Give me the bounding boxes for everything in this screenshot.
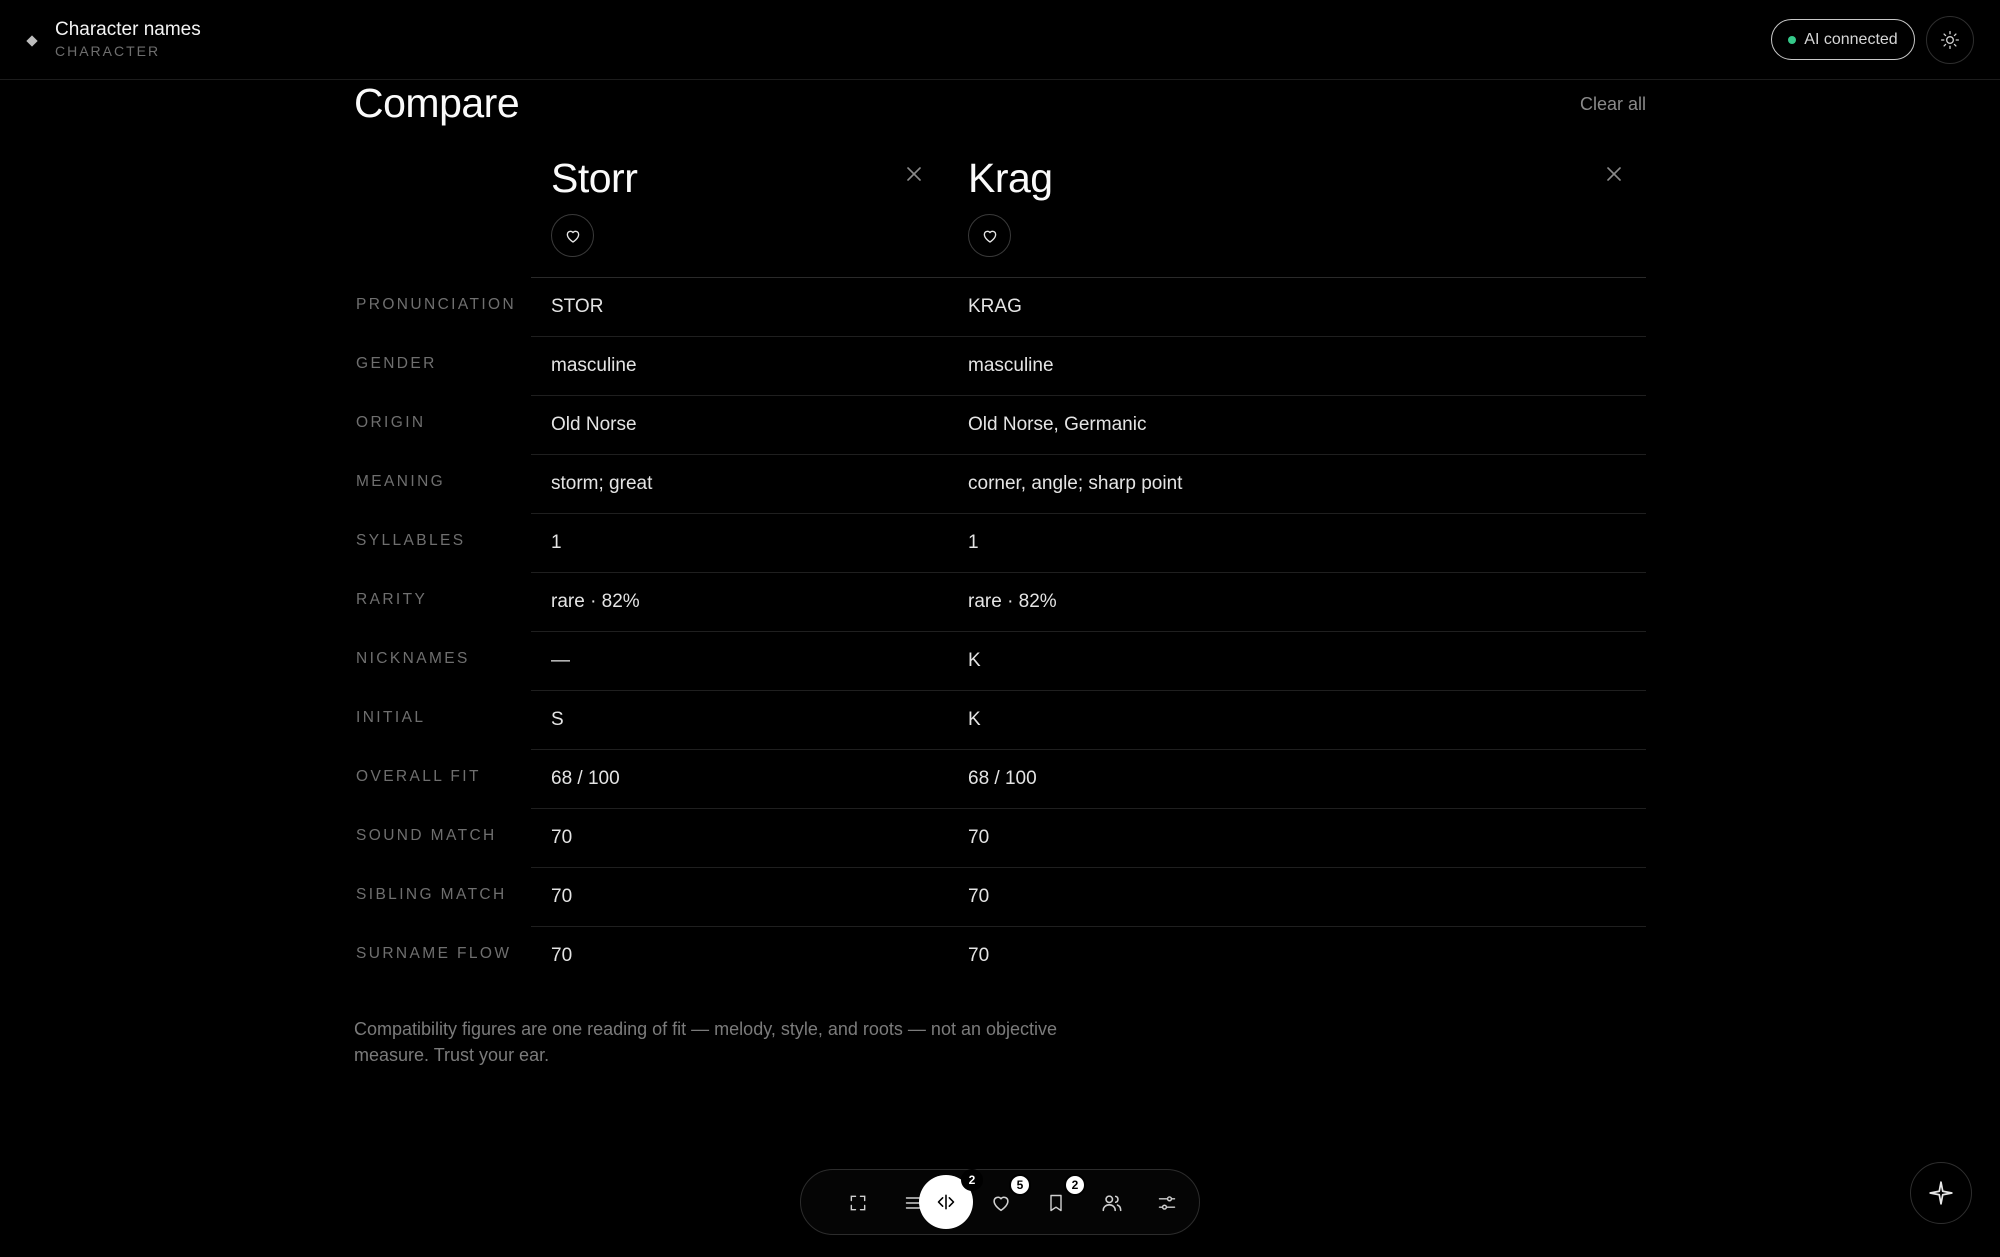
people-button[interactable]: [1088, 1179, 1136, 1227]
cell-value: corner, angle; sharp point: [968, 473, 1183, 494]
diamond-icon: [26, 35, 38, 47]
clear-all-button[interactable]: Clear all: [1580, 94, 1646, 115]
bookmarks-button[interactable]: 2: [1032, 1174, 1086, 1227]
favorites-button[interactable]: 5: [977, 1174, 1031, 1227]
cell-value: Old Norse, Germanic: [968, 414, 1147, 435]
cell-value: 70: [968, 945, 990, 966]
cell-value: S: [551, 709, 564, 730]
table-row: SYLLABLES 1 1: [354, 514, 1646, 573]
cell-value: Old Norse: [551, 414, 637, 435]
remove-column-button[interactable]: [1603, 163, 1625, 185]
row-label: GENDER: [356, 355, 437, 372]
cell-value: 1: [551, 532, 562, 553]
app-title: Character names: [55, 19, 201, 40]
bookmarks-count-badge: 2: [1064, 1174, 1086, 1196]
bookmark-icon: [1050, 1194, 1062, 1212]
cell-value: K: [968, 709, 981, 730]
filters-button[interactable]: [1143, 1179, 1191, 1227]
heart-icon: [566, 230, 579, 243]
page-title: Compare: [354, 80, 520, 126]
table-row: SOUND MATCH 70 70: [354, 809, 1646, 868]
table-row: NICKNAMES — K: [354, 632, 1646, 691]
table-row: SIBLING MATCH 70 70: [354, 868, 1646, 927]
cell-value: K: [968, 650, 981, 671]
top-bar: Character names CHARACTER AI connected: [0, 0, 2000, 80]
cell-value: 70: [551, 886, 573, 907]
close-icon: [1607, 167, 1621, 181]
table-row: MEANING storm; great corner, angle; shar…: [354, 455, 1646, 514]
cell-value: masculine: [551, 355, 637, 376]
cell-value: 70: [968, 886, 990, 907]
people-icon: [1102, 1195, 1122, 1212]
table-row: INITIAL S K: [354, 691, 1646, 750]
row-label: OVERALL FIT: [356, 768, 481, 785]
row-label: SIBLING MATCH: [356, 886, 507, 903]
cell-value: 1: [968, 532, 979, 553]
theme-toggle-button[interactable]: [1926, 16, 1974, 64]
sliders-icon: [1158, 1196, 1176, 1210]
favorite-button[interactable]: [551, 214, 594, 257]
cell-value: 70: [551, 827, 573, 848]
cell-value: storm; great: [551, 473, 653, 494]
cell-value: 68 / 100: [968, 768, 1037, 789]
table-row: GENDER masculine masculine: [354, 337, 1646, 396]
favorite-button[interactable]: [968, 214, 1011, 257]
row-label: RARITY: [356, 591, 428, 608]
table-row: SURNAME FLOW 70 70: [354, 927, 1646, 986]
close-icon: [907, 167, 921, 181]
cell-value: rare · 82%: [968, 591, 1057, 612]
table-row: ORIGIN Old Norse Old Norse, Germanic: [354, 396, 1646, 455]
footnote: Compatibility figures are one reading of…: [354, 1019, 1058, 1065]
sparkle-icon: [1929, 1181, 1953, 1205]
compare-column-1: Storr: [551, 150, 638, 257]
row-label: SURNAME FLOW: [356, 945, 512, 962]
app-subtitle: CHARACTER: [55, 43, 161, 59]
cell-value: 68 / 100: [551, 768, 620, 789]
heart-icon: [993, 1196, 1009, 1212]
row-label: INITIAL: [356, 709, 426, 726]
column-name: Krag: [968, 155, 1053, 201]
row-label: SYLLABLES: [356, 532, 466, 549]
row-label: SOUND MATCH: [356, 827, 497, 844]
cell-value: 70: [551, 945, 573, 966]
cell-value: KRAG: [968, 296, 1022, 317]
row-label: MEANING: [356, 473, 446, 490]
brand[interactable]: Character names CHARACTER: [26, 18, 201, 60]
table-row: PRONUNCIATION STOR KRAG: [354, 278, 1646, 337]
assistant-button[interactable]: [1910, 1162, 1972, 1224]
row-label: NICKNAMES: [356, 650, 470, 667]
cell-value: rare · 82%: [551, 591, 640, 612]
column-name: Storr: [551, 155, 638, 201]
compare-button[interactable]: 2: [919, 1169, 983, 1229]
table-row: OVERALL FIT 68 / 100 68 / 100: [354, 750, 1646, 809]
compare-icon: [937, 1194, 955, 1210]
fullscreen-icon: [850, 1195, 866, 1211]
fullscreen-button[interactable]: [834, 1179, 882, 1227]
row-label: PRONUNCIATION: [356, 296, 517, 313]
cell-value: masculine: [968, 355, 1054, 376]
cell-value: STOR: [551, 296, 604, 317]
cell-value: 70: [968, 827, 990, 848]
cell-value: —: [551, 650, 570, 671]
remove-column-button[interactable]: [903, 163, 925, 185]
compare-column-2: Krag: [968, 150, 1053, 257]
ai-status-button[interactable]: AI connected: [1771, 19, 1915, 60]
row-label: ORIGIN: [356, 414, 426, 431]
status-dot-icon: [1788, 35, 1797, 44]
bottom-dock: 2 5 2: [800, 1169, 1200, 1235]
table-row: RARITY rare · 82% rare · 82%: [354, 573, 1646, 632]
favorites-count-badge: 5: [1009, 1174, 1031, 1196]
sun-icon: [1941, 31, 1959, 49]
ai-status-label: AI connected: [1804, 30, 1898, 48]
heart-icon: [983, 230, 996, 243]
